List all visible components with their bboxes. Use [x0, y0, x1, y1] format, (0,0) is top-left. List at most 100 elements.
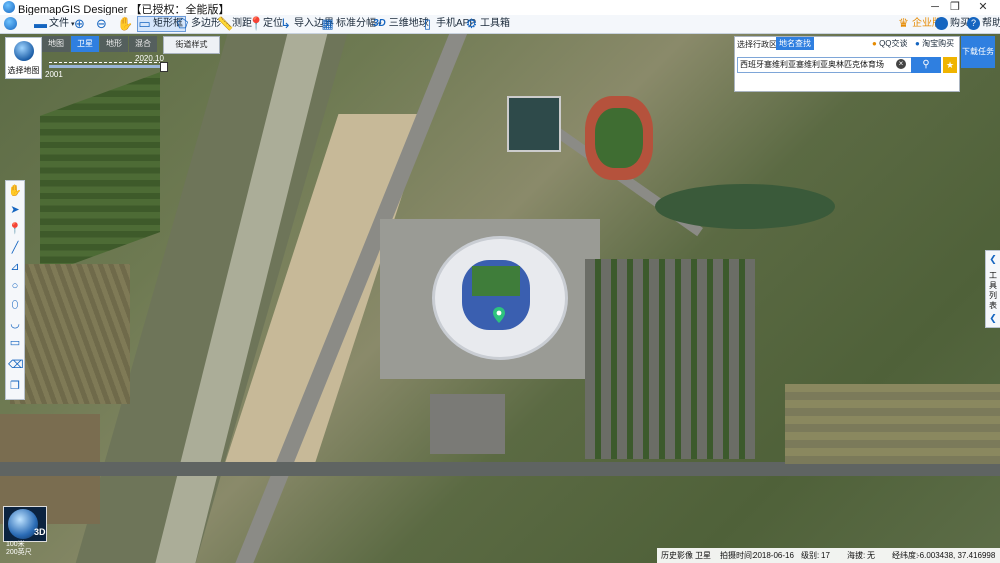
scale-imperial: 200英尺: [6, 549, 32, 556]
tool-list-label: 工具列表: [989, 271, 997, 310]
chevron-left-icon[interactable]: ❮: [988, 254, 998, 265]
tool-list-panel[interactable]: ❮ 工具列表 ❮: [985, 250, 1000, 328]
locate-button[interactable]: 📍定位: [248, 16, 283, 32]
title-bar: BigemapGIS Designer 【已授权：全能版】 ─ ❐ ✕: [0, 0, 1000, 16]
qq-icon: ●: [872, 39, 877, 48]
ellipse-icon[interactable]: ⬯: [8, 298, 22, 312]
altitude-value: 无: [867, 551, 875, 560]
rectangle-icon[interactable]: ▭: [8, 336, 22, 350]
tab-terrain[interactable]: 地形: [100, 36, 128, 52]
history-imagery-label[interactable]: 历史影像: [661, 548, 693, 563]
cart-icon: [935, 16, 948, 30]
imagery-timeline[interactable]: 2020.10 2001: [45, 54, 170, 82]
file-menu[interactable]: ▬ 文件 ▾: [34, 16, 74, 32]
marker-icon[interactable]: 📍: [8, 222, 22, 236]
download-task-button[interactable]: 下载任务: [961, 36, 995, 68]
zoom-in-icon: ⊕: [74, 15, 85, 31]
polygon-button[interactable]: ⬠ 多边形: [176, 16, 221, 32]
folder-icon: ▬: [34, 15, 47, 31]
zoom-in-button[interactable]: ⊕: [73, 16, 88, 32]
pond: [507, 96, 561, 152]
altitude-label: 海拔:: [847, 551, 866, 560]
capture-time-label: 拍摄时间:: [720, 551, 755, 560]
highway-horizontal: [0, 462, 1000, 476]
farm-field: [40, 72, 160, 276]
tab-map[interactable]: 地图: [42, 36, 70, 52]
taobao-label: 淘宝购买: [922, 39, 955, 48]
curve-icon[interactable]: ◡: [8, 317, 22, 331]
farm-field: [10, 264, 130, 404]
select-map-label: 选择地图: [7, 66, 40, 75]
clear-icon[interactable]: ×: [896, 59, 906, 69]
file-label: 文件: [49, 18, 69, 29]
close-button[interactable]: ✕: [968, 0, 998, 15]
circle-icon[interactable]: ○: [8, 279, 22, 293]
level-label: 级别:: [801, 551, 820, 560]
timeline-handle[interactable]: [160, 62, 168, 72]
app-logo-icon: [3, 1, 15, 13]
crown-icon: ♛: [898, 15, 909, 30]
taobao-link[interactable]: ● 淘宝购买: [915, 38, 954, 49]
favorite-star-icon[interactable]: ★: [943, 57, 957, 73]
zoom-out-icon: ⊖: [96, 15, 107, 31]
mini-globe[interactable]: 3D: [3, 506, 47, 542]
toolbox-label: 工具箱: [480, 18, 510, 29]
place-search-tab[interactable]: 地名查找: [776, 37, 814, 50]
globe-icon: [14, 41, 34, 61]
import-icon: ↳: [280, 15, 291, 31]
stadium-pitch: [472, 266, 520, 296]
status-bar: 历史影像 卫星 拍摄时间: 2018-06-16 级别: 17 海拔: 无 经纬…: [657, 548, 1000, 563]
lake: [655, 184, 835, 229]
polygon-icon: ⬠: [176, 15, 189, 31]
hand-icon: ✋: [117, 15, 134, 31]
polyline-icon[interactable]: ⊿: [8, 260, 22, 274]
toolbox-button[interactable]: ⚙ 工具箱: [465, 16, 510, 32]
parking-area: [430, 394, 505, 454]
hand-icon[interactable]: ✋: [8, 184, 22, 198]
orchard: [785, 384, 1000, 464]
taobao-icon: ●: [915, 39, 920, 48]
scale-metric: 100米: [6, 541, 25, 548]
capture-date: 2018-06-16: [753, 551, 794, 560]
globe-menu-button[interactable]: [4, 16, 19, 32]
drawing-tools: ✋ ➤ 📍 ╱ ⊿ ○ ⬯ ◡ ▭ ⌫ ❐: [5, 180, 25, 400]
search-icon: ⚲: [922, 59, 930, 70]
tab-satellite[interactable]: 卫星: [71, 36, 99, 52]
chevron-left-icon[interactable]: ❮: [988, 313, 998, 324]
help-label: 帮助: [982, 18, 1000, 29]
search-input[interactable]: 西班牙塞维利亚塞维利亚奥林匹克体育场: [737, 57, 913, 73]
standard-tiles-label: 标准分幅: [336, 18, 376, 29]
help-icon: ?: [967, 16, 980, 30]
line-icon[interactable]: ╱: [8, 241, 22, 255]
eraser-icon[interactable]: ⌫: [8, 358, 24, 372]
zoom-out-button[interactable]: ⊖: [95, 16, 110, 32]
phone-icon: ▯: [423, 15, 432, 31]
sports-field: [595, 108, 643, 168]
qq-chat-label: QQ交谈: [879, 39, 908, 48]
qq-chat-link[interactable]: ● QQ交谈: [872, 38, 908, 49]
select-map-button[interactable]: 选择地图: [5, 37, 42, 79]
rectangle-icon: ▭: [138, 16, 151, 31]
layers-icon[interactable]: ❐: [8, 379, 22, 393]
grid-icon: ▦: [321, 15, 334, 31]
maximize-button[interactable]: ❐: [940, 0, 970, 15]
pan-button[interactable]: ✋: [117, 15, 134, 32]
measure-button[interactable]: 📏测距: [217, 16, 252, 32]
help-button[interactable]: ?帮助▾: [967, 16, 1000, 32]
globe-icon: [4, 16, 17, 30]
main-toolbar: ▬ 文件 ▾ ⊕ ⊖ ✋ ▭ 矩形框 ⬠ 多边形 📏测距 📍定位 ↳ 导入边界 ▦ 标准分…: [0, 15, 1000, 34]
3d-label: 3D: [34, 527, 46, 537]
coords-label: 经纬度:: [892, 551, 919, 560]
arrow-icon[interactable]: ➤: [8, 203, 22, 217]
stadium-pin-icon[interactable]: [493, 307, 505, 323]
parking-lot: [585, 259, 755, 459]
layer-label: 卫星: [695, 551, 711, 560]
location-pin-icon: 📍: [248, 15, 265, 31]
purchase-button[interactable]: 购买: [935, 16, 970, 32]
map-canvas[interactable]: [0, 34, 1000, 563]
timeline-start-label: 2001: [45, 70, 63, 79]
tab-hybrid[interactable]: 混合: [129, 36, 157, 52]
gear-icon: ⚙: [465, 15, 478, 31]
search-button[interactable]: ⚲: [911, 57, 941, 73]
road-style-button[interactable]: 街道样式: [163, 36, 220, 54]
